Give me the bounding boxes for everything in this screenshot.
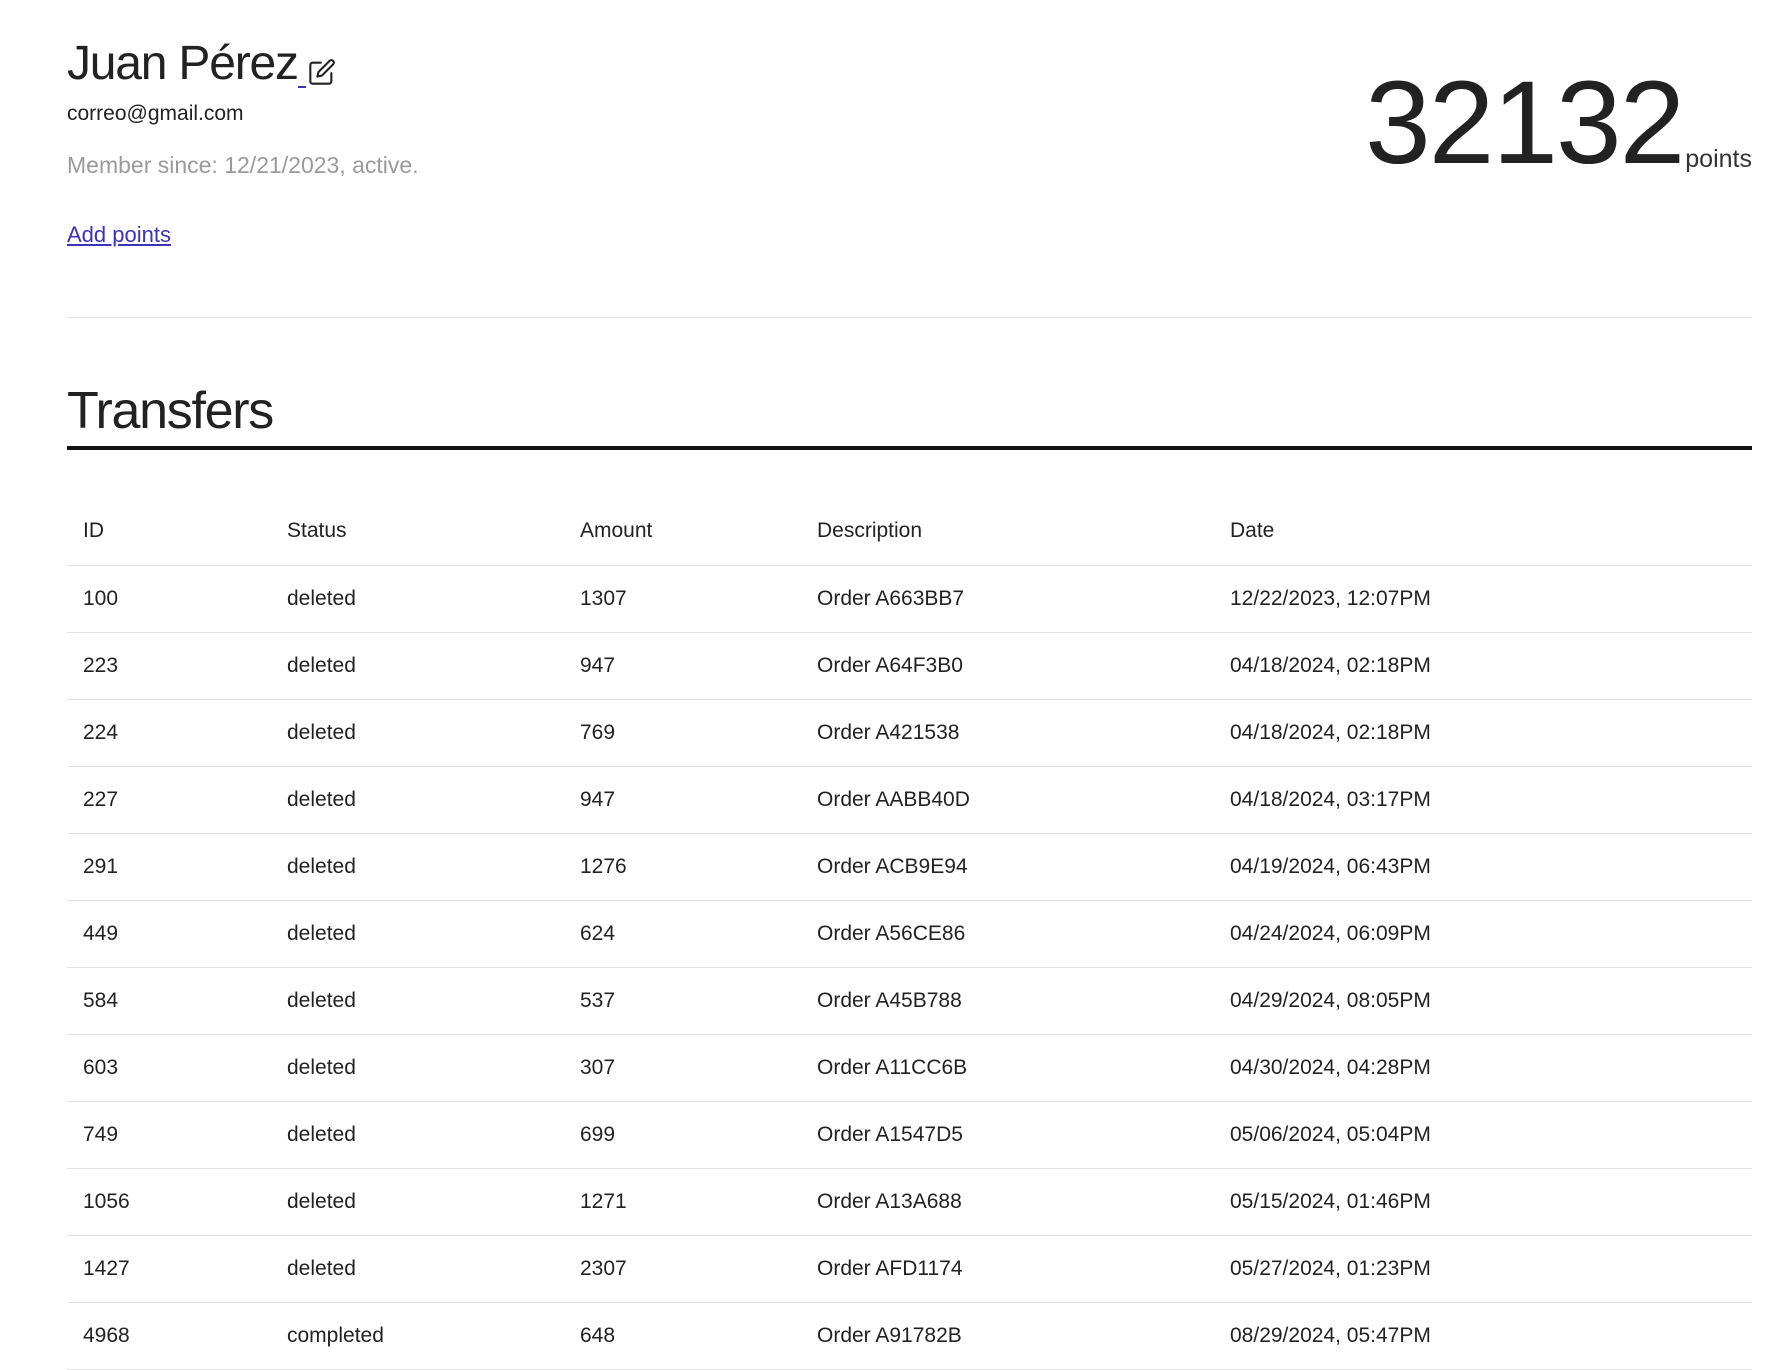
cell-description: Order AFD1174 <box>801 1235 1214 1303</box>
cell-id: 227 <box>67 766 271 834</box>
table-header-row: ID Status Amount Description Date <box>67 497 1752 566</box>
cell-amount: 624 <box>564 900 801 968</box>
cell-description: Order A11CC6B <box>801 1034 1214 1102</box>
table-row: 100 deleted 1307 Order A663BB7 12/22/2023, 1… <box>67 565 1752 633</box>
add-points-link[interactable]: Add points <box>67 222 171 248</box>
user-name: Juan Pérez <box>67 37 299 90</box>
cell-date: 04/30/2024, 04:28PM <box>1214 1034 1752 1102</box>
cell-status: deleted <box>271 900 564 968</box>
cell-description: Order ACB9E94 <box>801 833 1214 901</box>
cell-description: Order A64F3B0 <box>801 632 1214 700</box>
cell-id: 100 <box>67 565 271 633</box>
edit-name-link[interactable] <box>297 58 336 94</box>
cell-description: Order A421538 <box>801 699 1214 767</box>
transfers-table-head: ID Status Amount Description Date <box>67 497 1752 566</box>
cell-id: 603 <box>67 1034 271 1102</box>
cell-id: 224 <box>67 699 271 767</box>
cell-id: 291 <box>67 833 271 901</box>
table-row: 1056 deleted 1271 Order A13A688 05/15/2024, … <box>67 1168 1752 1236</box>
table-row: 584 deleted 537 Order A45B788 04/29/2024, 08… <box>67 967 1752 1035</box>
table-row: 291 deleted 1276 Order ACB9E94 04/19/2024, 0… <box>67 833 1752 901</box>
cell-amount: 2307 <box>564 1235 801 1303</box>
cell-id: 223 <box>67 632 271 700</box>
cell-amount: 537 <box>564 967 801 1035</box>
cell-amount: 947 <box>564 632 801 700</box>
cell-id: 749 <box>67 1101 271 1169</box>
cell-description: Order A13A688 <box>801 1168 1214 1236</box>
member-since: Member since: 12/21/2023, active. <box>67 152 419 178</box>
cell-status: deleted <box>271 766 564 834</box>
cell-amount: 1276 <box>564 833 801 901</box>
table-row: 749 deleted 699 Order A1547D5 05/06/2024, 05… <box>67 1101 1752 1169</box>
cell-date: 04/18/2024, 02:18PM <box>1214 699 1752 767</box>
cell-description: Order A91782B <box>801 1302 1214 1370</box>
table-row: 4968 completed 648 Order A91782B 08/29/2024,… <box>67 1302 1752 1370</box>
table-row: 603 deleted 307 Order A11CC6B 04/30/2024, 04… <box>67 1034 1752 1102</box>
points-summary: 32132 points <box>1365 64 1752 182</box>
transfers-title: Transfers <box>67 382 274 440</box>
profile-page: Juan Pérez correo@gmail.com Member since… <box>0 0 1786 1370</box>
table-row: 223 deleted 947 Order A64F3B0 04/18/2024, 02… <box>67 632 1752 700</box>
cell-amount: 1307 <box>564 565 801 633</box>
cell-description: Order A1547D5 <box>801 1101 1214 1169</box>
column-header-status: Status <box>271 497 564 566</box>
cell-description: Order AABB40D <box>801 766 1214 834</box>
cell-amount: 699 <box>564 1101 801 1169</box>
cell-status: deleted <box>271 967 564 1035</box>
cell-status: deleted <box>271 833 564 901</box>
column-header-date: Date <box>1214 497 1752 566</box>
cell-date: 05/06/2024, 05:04PM <box>1214 1101 1752 1169</box>
cell-id: 4968 <box>67 1302 271 1370</box>
table-row: 224 deleted 769 Order A421538 04/18/2024, 02… <box>67 699 1752 767</box>
cell-status: deleted <box>271 1034 564 1102</box>
cell-amount: 648 <box>564 1302 801 1370</box>
cell-status: deleted <box>271 1235 564 1303</box>
cell-amount: 307 <box>564 1034 801 1102</box>
table-row: 449 deleted 624 Order A56CE86 04/24/2024, 06… <box>67 900 1752 968</box>
cell-date: 04/18/2024, 02:18PM <box>1214 632 1752 700</box>
cell-id: 1427 <box>67 1235 271 1303</box>
cell-status: deleted <box>271 565 564 633</box>
cell-id: 584 <box>67 967 271 1035</box>
transfers-table-body: 100 deleted 1307 Order A663BB7 12/22/2023, 1… <box>67 565 1752 1370</box>
cell-date: 04/24/2024, 06:09PM <box>1214 900 1752 968</box>
column-header-description: Description <box>801 497 1214 566</box>
cell-date: 04/18/2024, 03:17PM <box>1214 766 1752 834</box>
profile-header: Juan Pérez correo@gmail.com Member since… <box>67 34 419 179</box>
cell-status: deleted <box>271 699 564 767</box>
cell-id: 1056 <box>67 1168 271 1236</box>
transfers-table: ID Status Amount Description Date 100 del… <box>67 497 1752 1370</box>
cell-date: 05/15/2024, 01:46PM <box>1214 1168 1752 1236</box>
name-row: Juan Pérez <box>67 34 419 94</box>
header-divider <box>67 317 1752 318</box>
cell-date: 08/29/2024, 05:47PM <box>1214 1302 1752 1370</box>
cell-status: deleted <box>271 1101 564 1169</box>
cell-id: 449 <box>67 900 271 968</box>
cell-amount: 947 <box>564 766 801 834</box>
column-header-amount: Amount <box>564 497 801 566</box>
table-row: 1427 deleted 2307 Order AFD1174 05/27/2024, … <box>67 1235 1752 1303</box>
table-row: 227 deleted 947 Order AABB40D 04/18/2024, 03… <box>67 766 1752 834</box>
cell-status: deleted <box>271 1168 564 1236</box>
cell-amount: 1271 <box>564 1168 801 1236</box>
cell-amount: 769 <box>564 699 801 767</box>
user-email: correo@gmail.com <box>67 102 244 125</box>
cell-status: deleted <box>271 632 564 700</box>
cell-description: Order A663BB7 <box>801 565 1214 633</box>
cell-date: 12/22/2023, 12:07PM <box>1214 565 1752 633</box>
edit-icon <box>309 59 335 85</box>
cell-date: 04/29/2024, 08:05PM <box>1214 967 1752 1035</box>
cell-description: Order A45B788 <box>801 967 1214 1035</box>
cell-date: 05/27/2024, 01:23PM <box>1214 1235 1752 1303</box>
cell-description: Order A56CE86 <box>801 900 1214 968</box>
transfers-title-rule <box>67 446 1752 450</box>
points-label: points <box>1685 145 1752 173</box>
points-value: 32132 <box>1365 57 1685 189</box>
cell-status: completed <box>271 1302 564 1370</box>
link-underline <box>297 86 306 88</box>
cell-date: 04/19/2024, 06:43PM <box>1214 833 1752 901</box>
column-header-id: ID <box>67 497 271 566</box>
